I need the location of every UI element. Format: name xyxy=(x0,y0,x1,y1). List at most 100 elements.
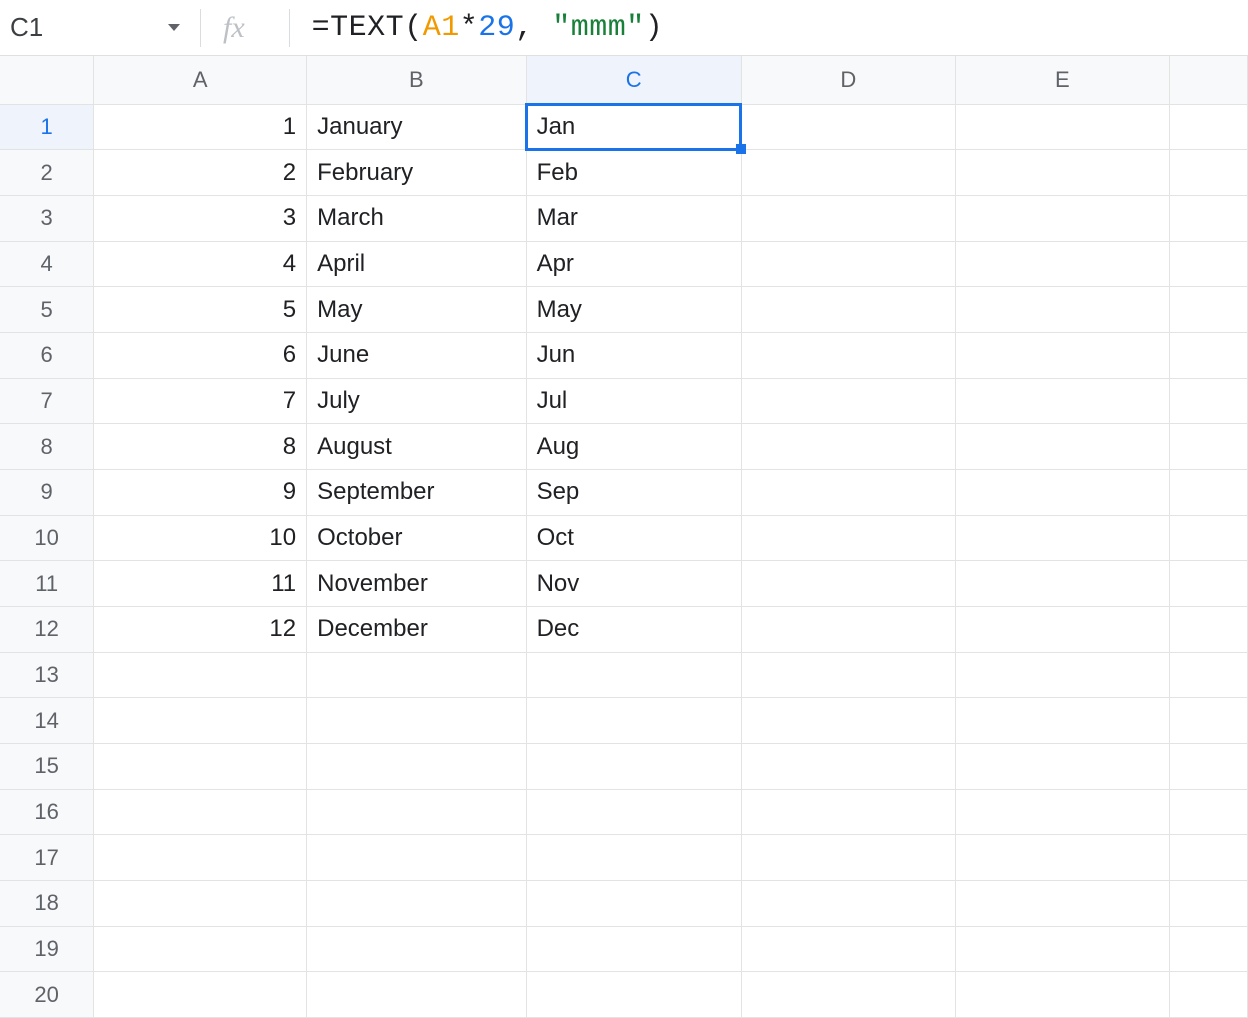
cell-C6[interactable]: Jun xyxy=(526,332,741,378)
row-header-10[interactable]: 10 xyxy=(0,515,94,561)
cell-C12[interactable]: Dec xyxy=(526,606,741,652)
cell-F9[interactable] xyxy=(1169,469,1247,515)
cell-B20[interactable] xyxy=(307,972,526,1018)
cell-B19[interactable] xyxy=(307,926,526,972)
column-header-E[interactable]: E xyxy=(955,56,1169,104)
cell-B5[interactable]: May xyxy=(307,287,526,333)
cell-C4[interactable]: Apr xyxy=(526,241,741,287)
row-header-6[interactable]: 6 xyxy=(0,332,94,378)
cell-D4[interactable] xyxy=(741,241,955,287)
cell-C13[interactable] xyxy=(526,652,741,698)
cell-D13[interactable] xyxy=(741,652,955,698)
cell-C19[interactable] xyxy=(526,926,741,972)
cell-A20[interactable] xyxy=(94,972,307,1018)
cell-A1[interactable]: 1 xyxy=(94,104,307,150)
cell-D20[interactable] xyxy=(741,972,955,1018)
cell-A2[interactable]: 2 xyxy=(94,150,307,196)
cell-D15[interactable] xyxy=(741,743,955,789)
cell-C5[interactable]: May xyxy=(526,287,741,333)
cell-C8[interactable]: Aug xyxy=(526,424,741,470)
cell-D18[interactable] xyxy=(741,880,955,926)
cell-B4[interactable]: April xyxy=(307,241,526,287)
column-header-F[interactable] xyxy=(1169,56,1247,104)
cell-E10[interactable] xyxy=(955,515,1169,561)
row-header-4[interactable]: 4 xyxy=(0,241,94,287)
cell-B7[interactable]: July xyxy=(307,378,526,424)
cell-F4[interactable] xyxy=(1169,241,1247,287)
cell-D2[interactable] xyxy=(741,150,955,196)
cell-B6[interactable]: June xyxy=(307,332,526,378)
cell-D12[interactable] xyxy=(741,606,955,652)
cell-B16[interactable] xyxy=(307,789,526,835)
row-header-17[interactable]: 17 xyxy=(0,835,94,881)
cell-E13[interactable] xyxy=(955,652,1169,698)
cell-E4[interactable] xyxy=(955,241,1169,287)
row-header-9[interactable]: 9 xyxy=(0,469,94,515)
cell-E20[interactable] xyxy=(955,972,1169,1018)
cell-C3[interactable]: Mar xyxy=(526,195,741,241)
cell-E19[interactable] xyxy=(955,926,1169,972)
row-header-3[interactable]: 3 xyxy=(0,195,94,241)
cell-C18[interactable] xyxy=(526,880,741,926)
row-header-8[interactable]: 8 xyxy=(0,424,94,470)
cell-F8[interactable] xyxy=(1169,424,1247,470)
row-header-13[interactable]: 13 xyxy=(0,652,94,698)
cell-E1[interactable] xyxy=(955,104,1169,150)
cell-C15[interactable] xyxy=(526,743,741,789)
fx-icon[interactable]: fx xyxy=(223,11,245,45)
cell-B14[interactable] xyxy=(307,698,526,744)
cell-A13[interactable] xyxy=(94,652,307,698)
cell-E6[interactable] xyxy=(955,332,1169,378)
cell-A5[interactable]: 5 xyxy=(94,287,307,333)
cell-D9[interactable] xyxy=(741,469,955,515)
cell-F5[interactable] xyxy=(1169,287,1247,333)
cell-B11[interactable]: November xyxy=(307,561,526,607)
cell-E11[interactable] xyxy=(955,561,1169,607)
cell-A9[interactable]: 9 xyxy=(94,469,307,515)
row-header-1[interactable]: 1 xyxy=(0,104,94,150)
cell-B8[interactable]: August xyxy=(307,424,526,470)
cell-B13[interactable] xyxy=(307,652,526,698)
row-header-12[interactable]: 12 xyxy=(0,606,94,652)
cell-E8[interactable] xyxy=(955,424,1169,470)
cell-E14[interactable] xyxy=(955,698,1169,744)
cell-A14[interactable] xyxy=(94,698,307,744)
cell-D10[interactable] xyxy=(741,515,955,561)
cell-B12[interactable]: December xyxy=(307,606,526,652)
formula-input[interactable]: =TEXT(A1*29, "mmm") xyxy=(312,11,664,45)
cell-C14[interactable] xyxy=(526,698,741,744)
cell-F7[interactable] xyxy=(1169,378,1247,424)
cell-B1[interactable]: January xyxy=(307,104,526,150)
cell-E9[interactable] xyxy=(955,469,1169,515)
cell-B15[interactable] xyxy=(307,743,526,789)
cell-D19[interactable] xyxy=(741,926,955,972)
cell-E7[interactable] xyxy=(955,378,1169,424)
caret-down-icon[interactable] xyxy=(168,24,180,31)
cell-E2[interactable] xyxy=(955,150,1169,196)
cell-E17[interactable] xyxy=(955,835,1169,881)
row-header-19[interactable]: 19 xyxy=(0,926,94,972)
cell-A19[interactable] xyxy=(94,926,307,972)
cell-C2[interactable]: Feb xyxy=(526,150,741,196)
cell-F19[interactable] xyxy=(1169,926,1247,972)
row-header-7[interactable]: 7 xyxy=(0,378,94,424)
cell-A17[interactable] xyxy=(94,835,307,881)
cell-F13[interactable] xyxy=(1169,652,1247,698)
cell-A10[interactable]: 10 xyxy=(94,515,307,561)
cell-F3[interactable] xyxy=(1169,195,1247,241)
row-header-2[interactable]: 2 xyxy=(0,150,94,196)
row-header-15[interactable]: 15 xyxy=(0,743,94,789)
cell-B18[interactable] xyxy=(307,880,526,926)
cell-D16[interactable] xyxy=(741,789,955,835)
select-all-corner[interactable] xyxy=(0,56,94,104)
cell-E18[interactable] xyxy=(955,880,1169,926)
cell-B17[interactable] xyxy=(307,835,526,881)
cell-A8[interactable]: 8 xyxy=(94,424,307,470)
cell-F12[interactable] xyxy=(1169,606,1247,652)
cell-C20[interactable] xyxy=(526,972,741,1018)
cell-A18[interactable] xyxy=(94,880,307,926)
cell-F1[interactable] xyxy=(1169,104,1247,150)
cell-F15[interactable] xyxy=(1169,743,1247,789)
cell-E12[interactable] xyxy=(955,606,1169,652)
row-header-16[interactable]: 16 xyxy=(0,789,94,835)
